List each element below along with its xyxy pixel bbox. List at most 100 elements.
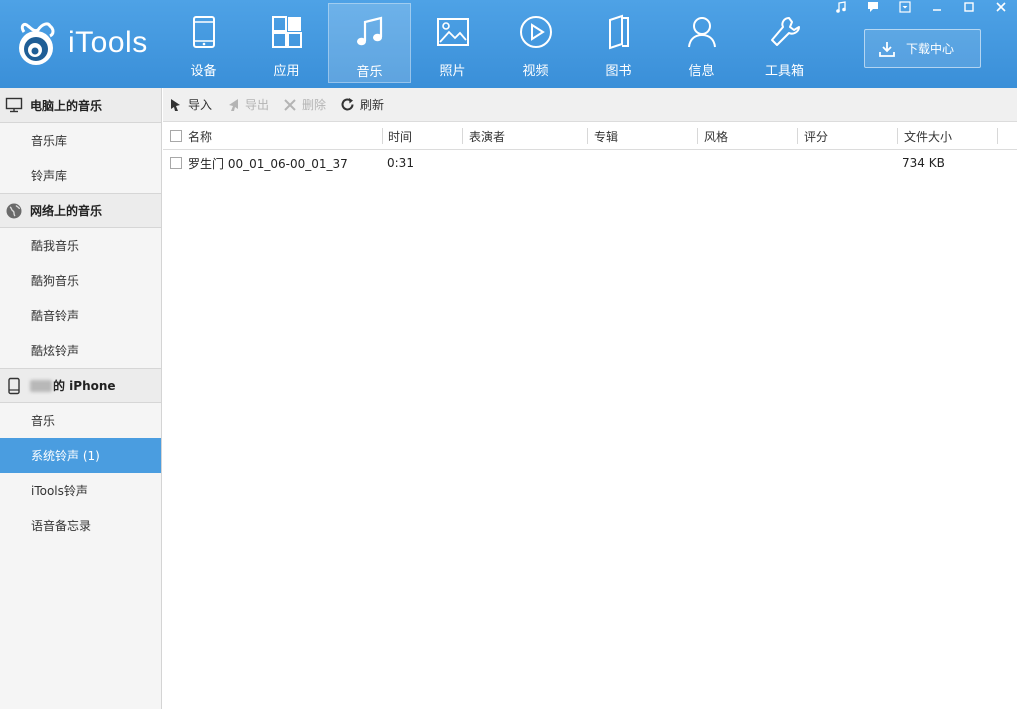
feedback-icon[interactable] (857, 0, 889, 14)
table-row[interactable]: 罗生门 00_01_06-00_01_37 0:31 734 KB (163, 150, 1017, 176)
nav-label: 应用 (273, 64, 300, 79)
column-label: 名称 (188, 129, 213, 144)
refresh-icon (341, 98, 354, 111)
download-icon (879, 41, 895, 57)
book-icon (608, 14, 629, 50)
globe-icon (6, 203, 22, 218)
column-name[interactable]: 名称 (188, 122, 212, 150)
nav-video[interactable]: 视频 (494, 3, 577, 83)
nav-label: 音乐 (356, 65, 383, 80)
sidebar-item-label: 酷音铃声 (31, 309, 80, 323)
import-button[interactable]: 导入 (169, 96, 212, 113)
top-bar: iTools 设备 应用 音乐 照片 视频 图书 信息 工具箱 下载中心 (0, 0, 1017, 88)
contact-icon (687, 17, 716, 48)
cell-file-size: 734 KB (902, 156, 945, 170)
delete-label: 删除 (302, 98, 327, 112)
sidebar-item-kugou[interactable]: 酷狗音乐 (0, 263, 161, 298)
sidebar-item-label: 酷炫铃声 (31, 344, 80, 358)
menu-icon[interactable] (889, 0, 921, 14)
close-icon[interactable] (985, 0, 1017, 14)
section-title: 电脑上的音乐 (30, 98, 103, 113)
section-pc-music[interactable]: 电脑上的音乐 (0, 88, 161, 123)
sidebar-item-label: 铃声库 (31, 169, 68, 183)
section-title: 的 iPhone (53, 379, 116, 393)
table-header: 名称 时间 表演者 专辑 风格 评分 文件大小 (163, 122, 1017, 150)
column-rating[interactable]: 评分 (804, 122, 828, 150)
sidebar-item-ringtone-library[interactable]: 铃声库 (0, 158, 161, 193)
music-icon (356, 16, 382, 46)
sidebar-item-kuxuan-ringtone[interactable]: 酷炫铃声 (0, 333, 161, 368)
nav-music[interactable]: 音乐 (328, 3, 411, 83)
column-divider[interactable] (382, 128, 383, 144)
row-checkbox[interactable] (170, 150, 182, 176)
toolbar: 导入 导出 删除 刷新 (163, 88, 1017, 122)
nav-tools[interactable]: 工具箱 (743, 3, 826, 83)
column-genre[interactable]: 风格 (704, 122, 728, 150)
nav-device[interactable]: 设备 (162, 3, 245, 83)
column-label: 专辑 (594, 129, 619, 144)
main-content: 导入 导出 删除 刷新 名称 时间 表演者 专辑 风格 评分 文件大小 罗生门 … (163, 88, 1017, 709)
column-divider[interactable] (587, 128, 588, 144)
download-center-label: 下载中心 (906, 42, 955, 56)
column-artist[interactable]: 表演者 (469, 122, 505, 150)
sidebar-item-label: iTools铃声 (31, 484, 88, 498)
maximize-icon[interactable] (953, 0, 985, 14)
column-time[interactable]: 时间 (388, 122, 412, 150)
export-button[interactable]: 导出 (226, 96, 269, 113)
export-icon (229, 98, 239, 111)
sidebar-item-kuyin-ringtone[interactable]: 酷音铃声 (0, 298, 161, 333)
device-icon (192, 16, 215, 48)
column-divider[interactable] (897, 128, 898, 144)
sidebar-item-voice-memos[interactable]: 语音备忘录 (0, 508, 161, 543)
sidebar-item-kuwo[interactable]: 酷我音乐 (0, 228, 161, 263)
nav-label: 照片 (439, 64, 466, 79)
column-divider[interactable] (697, 128, 698, 144)
column-label: 时间 (388, 129, 413, 144)
nav-label: 信息 (688, 64, 715, 79)
column-label: 表演者 (469, 129, 506, 144)
column-divider[interactable] (797, 128, 798, 144)
select-all-checkbox[interactable] (170, 122, 182, 150)
nav-apps[interactable]: 应用 (245, 3, 328, 83)
wrench-icon (770, 17, 800, 46)
column-divider[interactable] (462, 128, 463, 144)
refresh-button[interactable]: 刷新 (340, 96, 384, 113)
redacted-owner-name (30, 379, 52, 392)
column-album[interactable]: 专辑 (594, 122, 618, 150)
photo-icon (436, 18, 469, 46)
itools-logo-icon (19, 22, 55, 65)
column-label: 文件大小 (904, 129, 953, 144)
nav-label: 工具箱 (764, 64, 804, 79)
window-controls (825, 0, 1017, 14)
app-name: iTools (68, 26, 148, 59)
sidebar: 电脑上的音乐 音乐库 铃声库 网络上的音乐 酷我音乐 酷狗音乐 酷音铃声 酷炫铃… (0, 88, 162, 709)
delete-button[interactable]: 删除 (283, 96, 326, 113)
section-device-music[interactable]: 的 iPhone (0, 368, 161, 403)
sidebar-item-itools-ringtones[interactable]: iTools铃声 (0, 473, 161, 508)
apps-icon (271, 16, 302, 48)
column-divider[interactable] (997, 128, 998, 144)
export-label: 导出 (245, 98, 270, 112)
nav-photos[interactable]: 照片 (411, 3, 494, 83)
sidebar-item-label: 酷狗音乐 (31, 274, 80, 288)
sidebar-item-label: 音乐 (31, 414, 56, 428)
music-note-icon[interactable] (825, 0, 857, 14)
nav-books[interactable]: 图书 (577, 3, 660, 83)
section-web-music[interactable]: 网络上的音乐 (0, 193, 161, 228)
phone-icon (8, 377, 20, 394)
column-label: 评分 (804, 129, 829, 144)
sidebar-item-label: 系统铃声 (1) (31, 449, 100, 463)
import-label: 导入 (188, 98, 213, 112)
sidebar-item-system-ringtones[interactable]: 系统铃声 (1) (0, 438, 161, 473)
nav-info[interactable]: 信息 (660, 3, 743, 83)
sidebar-item-label: 语音备忘录 (31, 519, 92, 533)
monitor-icon (5, 97, 23, 113)
sidebar-item-label: 酷我音乐 (31, 239, 80, 253)
minimize-icon[interactable] (921, 0, 953, 14)
column-file-size[interactable]: 文件大小 (904, 122, 952, 150)
download-center-button[interactable]: 下载中心 (864, 29, 981, 68)
nav-label: 视频 (522, 64, 549, 79)
sidebar-item-music-library[interactable]: 音乐库 (0, 123, 161, 158)
sidebar-item-device-music[interactable]: 音乐 (0, 403, 161, 438)
app-logo: iTools (10, 18, 160, 70)
